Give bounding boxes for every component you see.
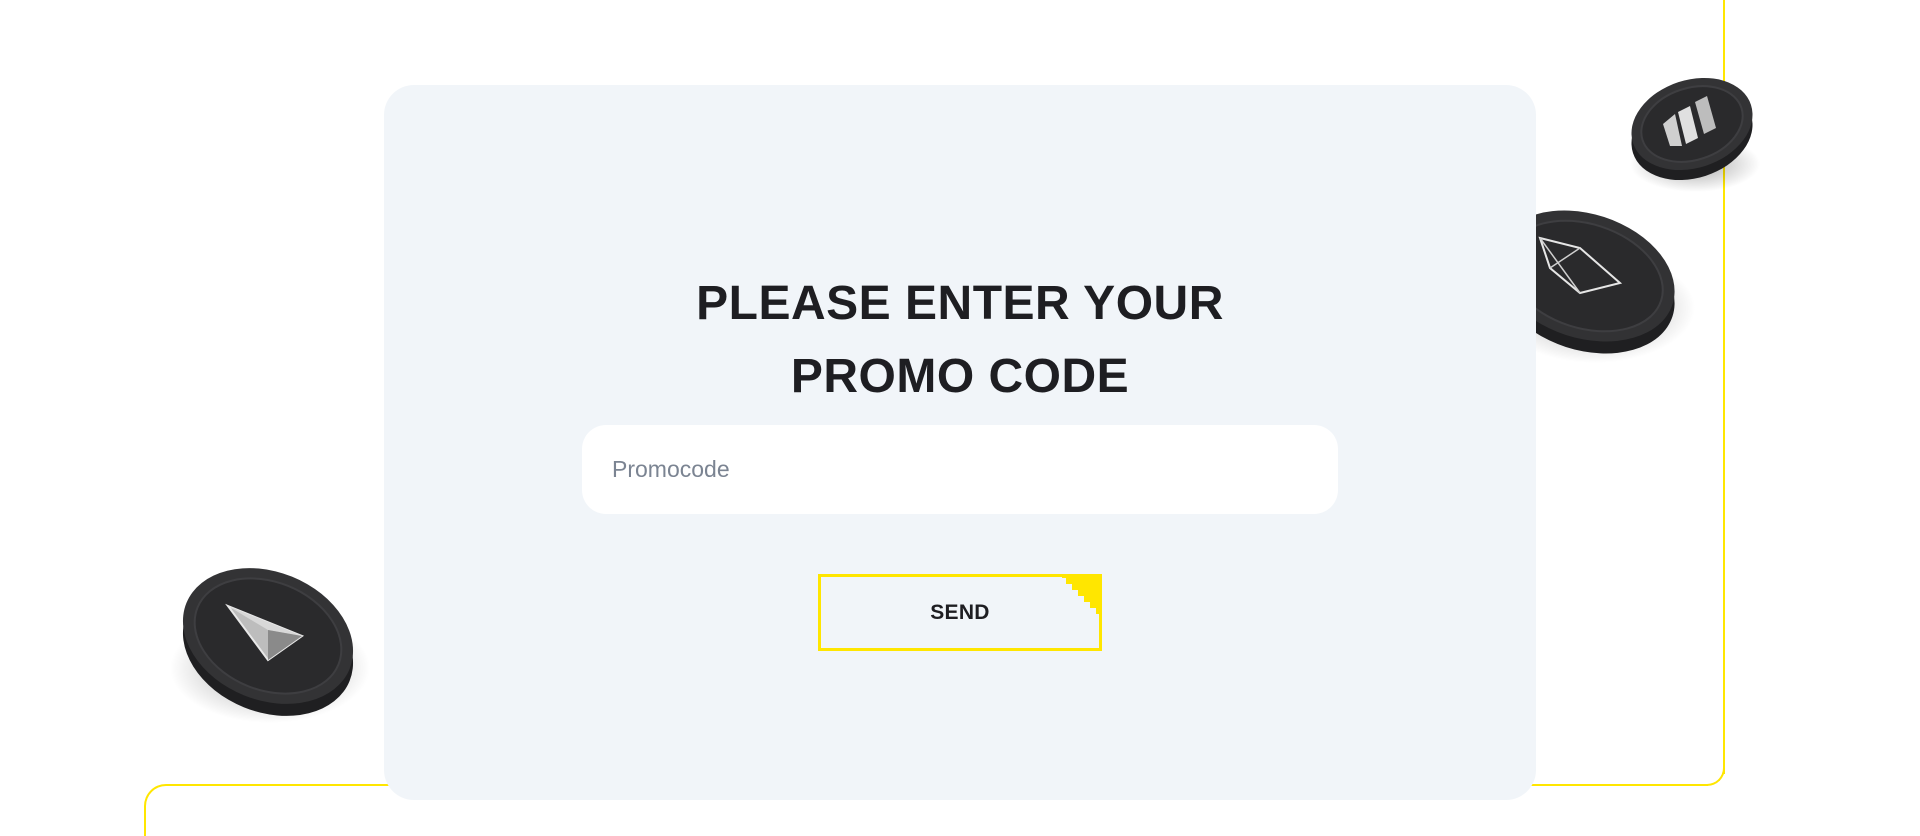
pixel-corner-icon [1062,574,1102,614]
decorative-line-corner-right [1703,764,1725,786]
decorative-line-corner-left [144,784,170,836]
promocode-input[interactable] [582,425,1338,514]
ethereum-coin-icon [140,548,370,728]
title-line-1: PLEASE ENTER YOUR [696,277,1224,331]
title-line-2: PROMO CODE [790,350,1130,404]
promo-page: PLEASE ENTER YOUR PROMO CODE SEND [0,0,1920,836]
send-button-label: SEND [930,600,990,624]
stripes-coin-icon [1630,64,1780,194]
page-title: PLEASE ENTER YOUR PROMO CODE [0,267,1920,413]
send-button[interactable]: SEND [818,574,1102,651]
